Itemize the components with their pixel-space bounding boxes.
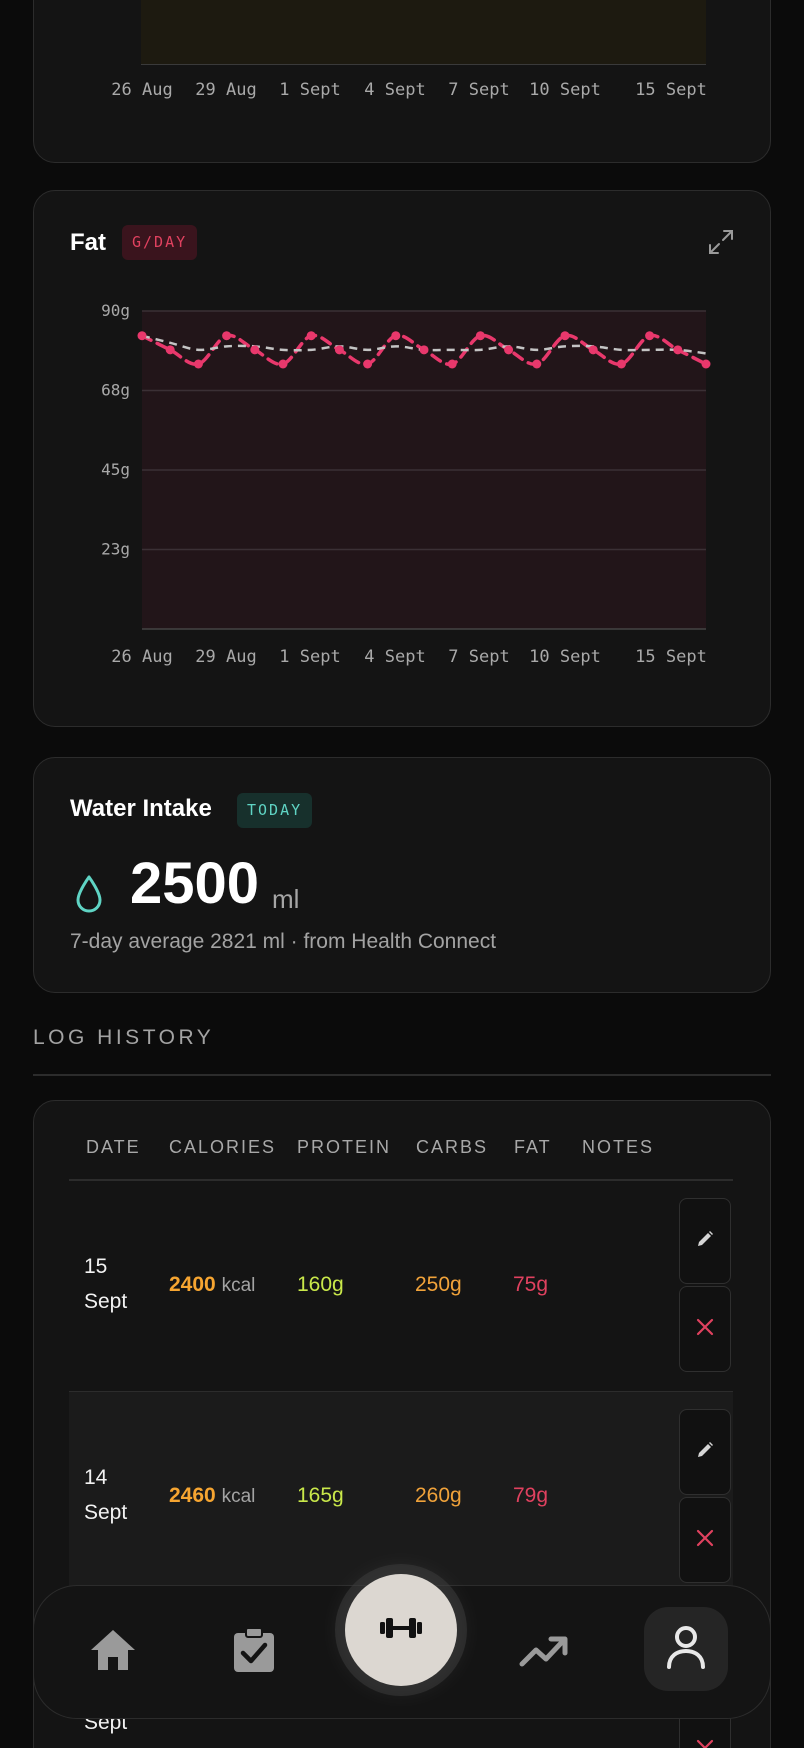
data-point <box>475 331 485 341</box>
data-point <box>588 345 598 355</box>
nav-home[interactable] <box>82 1624 144 1680</box>
x-tick-label: 10 Sept <box>529 80 601 100</box>
data-point <box>193 359 203 369</box>
data-point <box>363 359 373 369</box>
row-calories: 2460 kcal <box>169 1484 255 1508</box>
calories-value: 2400 <box>169 1273 216 1296</box>
dumbbell-icon <box>377 1615 425 1646</box>
close-icon <box>695 1738 715 1748</box>
x-tick-label: 26 Aug <box>111 80 173 100</box>
row-date-month: Sept <box>84 1501 128 1524</box>
divider <box>33 1074 771 1076</box>
table-row: 14 Sept 2460 kcal 165g 260g 79g <box>69 1391 733 1601</box>
x-tick-label: 10 Sept <box>529 647 601 667</box>
row-date: 15 Sept <box>84 1249 144 1319</box>
person-icon <box>666 1625 706 1674</box>
log-history-title: LOG HISTORY <box>33 1026 215 1049</box>
column-header-fat: FAT <box>514 1137 552 1157</box>
water-subtitle: 7-day average 2821 ml · from Health Conn… <box>70 930 497 953</box>
data-point <box>391 331 401 341</box>
data-point <box>447 359 457 369</box>
close-icon <box>695 1317 715 1342</box>
water-intake-card: Water Intake TODAY 2500 ml 7-day average… <box>33 757 771 993</box>
pencil-icon <box>695 1229 715 1254</box>
water-drop-icon <box>74 874 104 919</box>
data-point <box>532 359 542 369</box>
calories-value: 2460 <box>169 1484 216 1507</box>
row-date-day: 15 <box>84 1255 108 1278</box>
carbs-chart-card: 26 Aug 29 Aug 1 Sept 4 Sept 7 Sept 10 Sept 15 … <box>33 0 771 163</box>
data-point <box>222 331 232 341</box>
x-tick-label: 15 Sept <box>635 647 707 667</box>
water-card-title: Water Intake <box>70 795 212 822</box>
x-tick-label: 15 Sept <box>635 80 707 100</box>
data-point <box>504 345 514 355</box>
row-protein: 165g <box>297 1484 344 1507</box>
water-unit: ml <box>272 884 300 914</box>
row-protein: 160g <box>297 1273 344 1296</box>
row-carbs: 260g <box>415 1484 462 1507</box>
row-fat: 75g <box>513 1273 549 1296</box>
calories-unit: kcal <box>221 1275 256 1296</box>
fat-line-chart: 90g 68g 45g 23g 26 Aug 29 Aug 1 Sept 4 Sept 7 Se… <box>101 301 711 667</box>
data-point <box>560 331 570 341</box>
row-date-day: 14 <box>84 1466 108 1489</box>
x-tick-label: 1 Sept <box>279 80 341 100</box>
pencil-icon <box>695 1440 715 1465</box>
x-tick-label: 29 Aug <box>195 80 257 100</box>
column-header-notes: NOTES <box>582 1137 655 1157</box>
column-header-carbs: CARBS <box>416 1137 489 1157</box>
data-point <box>165 345 175 355</box>
data-point <box>701 359 711 369</box>
row-calories: 2400 kcal <box>169 1273 255 1297</box>
nav-tasks[interactable] <box>226 1624 282 1680</box>
x-tick-label: 4 Sept <box>364 80 426 100</box>
home-icon <box>89 1628 137 1677</box>
y-tick-label: 68g <box>101 381 130 400</box>
fat-chart-card: Fat G/DAY 90g 68g 45g 23g 26 Aug 29 Aug 1 Sept… <box>33 190 771 727</box>
y-tick-label: 90g <box>101 301 130 320</box>
data-point <box>673 345 683 355</box>
column-header-protein: PROTEIN <box>297 1137 392 1157</box>
x-tick-label: 7 Sept <box>448 80 510 100</box>
row-date: 14 Sept <box>84 1460 144 1530</box>
row-fat: 79g <box>513 1484 549 1507</box>
column-header-date: DATE <box>86 1137 141 1157</box>
close-icon <box>695 1528 715 1553</box>
trending-up-icon <box>519 1632 569 1673</box>
x-tick-label: 4 Sept <box>364 647 425 667</box>
y-tick-label: 45g <box>101 460 130 479</box>
x-tick-label: 29 Aug <box>195 647 256 667</box>
data-point <box>645 331 655 341</box>
delete-button[interactable] <box>679 1286 731 1372</box>
clipboard-check-icon <box>232 1626 276 1679</box>
x-tick-label: 26 Aug <box>111 647 172 667</box>
carbs-chart-plot-area <box>141 0 706 65</box>
row-date-month: Sept <box>84 1290 128 1313</box>
y-tick-label: 23g <box>101 540 130 559</box>
data-point <box>334 345 344 355</box>
data-point <box>137 331 147 341</box>
nav-profile[interactable] <box>644 1607 728 1691</box>
calories-unit: kcal <box>221 1486 256 1507</box>
edit-button[interactable] <box>679 1409 731 1495</box>
nav-progress[interactable] <box>514 1624 574 1680</box>
water-value: 2500 <box>130 851 260 916</box>
today-badge: TODAY <box>237 793 313 828</box>
data-point <box>306 331 316 341</box>
row-carbs: 250g <box>415 1273 462 1296</box>
table-row: 15 Sept 2400 kcal 160g 250g 75g <box>69 1181 733 1391</box>
data-point <box>278 359 288 369</box>
edit-button[interactable] <box>679 1198 731 1284</box>
column-header-calories: CALORIES <box>169 1137 277 1157</box>
x-tick-label: 7 Sept <box>448 647 509 667</box>
data-point <box>419 345 429 355</box>
data-point <box>250 345 260 355</box>
data-point <box>616 359 626 369</box>
start-workout-button[interactable] <box>345 1574 457 1686</box>
delete-button[interactable] <box>679 1497 731 1583</box>
x-tick-label: 1 Sept <box>279 647 340 667</box>
